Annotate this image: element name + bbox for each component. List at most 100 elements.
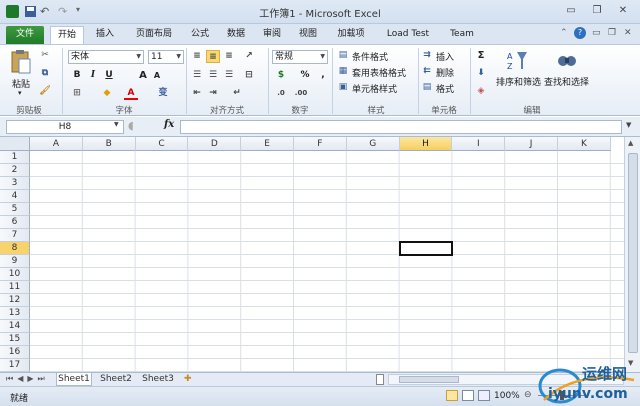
decrease-decimal-icon[interactable]: .00 xyxy=(294,87,308,100)
help-icon[interactable]: ? xyxy=(574,27,586,39)
tab-view[interactable]: 视图 xyxy=(292,26,324,44)
row-header-11[interactable]: 11 xyxy=(0,281,30,294)
scroll-up-icon[interactable]: ▲ xyxy=(628,139,633,147)
increase-decimal-icon[interactable]: .0 xyxy=(274,87,288,100)
sheet-tab-3[interactable]: Sheet3 xyxy=(140,373,176,386)
align-left-icon[interactable]: ☰ xyxy=(190,69,204,82)
format-cells-button[interactable]: 格式 xyxy=(436,82,454,95)
customize-qat-icon[interactable]: ▾ xyxy=(76,5,89,18)
row-header-2[interactable]: 2 xyxy=(0,164,30,177)
phonetic-button[interactable]: 变 xyxy=(156,87,170,100)
formula-bar-toggle-icon[interactable]: ◖ xyxy=(128,119,134,132)
minimize-button[interactable]: ▭ xyxy=(560,3,582,19)
bold-button[interactable]: B xyxy=(70,69,84,82)
underline-button[interactable]: U xyxy=(102,69,116,82)
expand-formula-bar-icon[interactable]: ▼ xyxy=(626,121,631,129)
column-header-G[interactable]: G xyxy=(346,137,400,151)
column-header-J[interactable]: J xyxy=(505,137,558,151)
tab-page-layout[interactable]: 页面布局 xyxy=(128,26,180,44)
cut-icon[interactable]: ✂ xyxy=(38,49,52,62)
formula-input[interactable] xyxy=(180,120,622,134)
row-header-3[interactable]: 3 xyxy=(0,177,30,190)
paste-dropdown-icon[interactable]: ▾ xyxy=(18,89,22,97)
column-header-F[interactable]: F xyxy=(294,137,347,151)
row-header-4[interactable]: 4 xyxy=(0,190,30,203)
column-header-D[interactable]: D xyxy=(188,137,242,151)
vertical-scrollbar[interactable]: ▲ ▼ xyxy=(624,137,640,372)
row-header-15[interactable]: 15 xyxy=(0,333,30,346)
row-header-9[interactable]: 9 xyxy=(0,255,30,268)
row-header-14[interactable]: 14 xyxy=(0,320,30,333)
column-header-C[interactable]: C xyxy=(135,137,189,151)
ribbon-minimize-icon[interactable]: ⌃ xyxy=(560,28,568,38)
row-header-10[interactable]: 10 xyxy=(0,268,30,281)
grow-font-button[interactable]: A xyxy=(136,69,150,82)
align-bottom-icon[interactable]: ≡ xyxy=(222,50,236,63)
select-all-button[interactable] xyxy=(0,137,30,151)
format-painter-icon[interactable]: 🖌 xyxy=(38,85,52,98)
row-header-5[interactable]: 5 xyxy=(0,203,30,216)
merge-center-icon[interactable]: ⊟ xyxy=(242,69,256,82)
currency-button[interactable]: $ xyxy=(274,69,288,82)
font-name-select[interactable]: 宋体 ▼ xyxy=(68,50,144,64)
page-break-view-icon[interactable] xyxy=(478,390,490,401)
row-header-16[interactable]: 16 xyxy=(0,346,30,359)
align-right-icon[interactable]: ☰ xyxy=(222,69,236,82)
insert-function-button[interactable]: fx xyxy=(164,119,174,130)
sheet-tab-2[interactable]: Sheet2 xyxy=(98,373,134,386)
format-as-table-button[interactable]: 套用表格格式 xyxy=(352,66,406,79)
column-header-B[interactable]: B xyxy=(82,137,136,151)
delete-cells-button[interactable]: 删除 xyxy=(436,66,454,79)
workbook-close-icon[interactable]: ✕ xyxy=(624,28,632,38)
restore-button[interactable]: ❐ xyxy=(586,3,608,19)
font-size-select[interactable]: 11 ▼ xyxy=(148,50,184,64)
fill-icon[interactable]: ⬇ xyxy=(474,67,488,80)
borders-icon[interactable]: ⊞ xyxy=(70,87,84,100)
tab-team[interactable]: Team xyxy=(444,26,480,44)
italic-button[interactable]: I xyxy=(86,69,100,82)
row-header-7[interactable]: 7 xyxy=(0,229,30,242)
close-button[interactable]: ✕ xyxy=(612,3,634,19)
tab-split-handle[interactable] xyxy=(376,374,384,385)
copy-icon[interactable]: ⧉ xyxy=(38,67,52,80)
tab-addins[interactable]: 加载项 xyxy=(330,26,372,44)
tab-review[interactable]: 审阅 xyxy=(256,26,288,44)
shrink-font-button[interactable]: A xyxy=(150,69,164,82)
cell-styles-button[interactable]: 单元格样式 xyxy=(352,82,397,95)
h-scroll-thumb[interactable] xyxy=(399,376,459,383)
font-color-button[interactable]: A xyxy=(124,87,138,100)
tab-insert[interactable]: 插入 xyxy=(88,26,122,44)
redo-icon[interactable]: ↷ xyxy=(58,5,71,18)
zoom-level[interactable]: 100% xyxy=(494,391,520,401)
workbook-minimize-icon[interactable]: ▭ xyxy=(592,28,601,38)
column-header-I[interactable]: I xyxy=(452,137,506,151)
tab-data[interactable]: 数据 xyxy=(220,26,252,44)
increase-indent-icon[interactable]: ⇥ xyxy=(206,87,220,100)
sheet-nav-icon[interactable]: ⏮◀▶⏭ xyxy=(6,374,49,384)
page-layout-view-icon[interactable] xyxy=(462,390,474,401)
worksheet-grid[interactable]: ABCDEFGHIJK 1 2 3 4 5 6 7 8 9 10 11 12 13 14 15 16 17 xyxy=(0,137,624,372)
column-header-H[interactable]: H xyxy=(399,137,453,151)
orientation-icon[interactable]: ↗ xyxy=(242,50,256,63)
name-box[interactable]: H8 xyxy=(6,120,124,134)
row-header-17[interactable]: 17 xyxy=(0,359,30,372)
number-format-select[interactable]: 常规 ▼ xyxy=(272,50,328,64)
decrease-indent-icon[interactable]: ⇤ xyxy=(190,87,204,100)
find-select-button[interactable]: 查找和选择 xyxy=(544,75,589,88)
row-header-6[interactable]: 6 xyxy=(0,216,30,229)
comma-button[interactable]: , xyxy=(316,69,330,82)
workbook-restore-icon[interactable]: ❐ xyxy=(608,28,616,38)
column-header-A[interactable]: A xyxy=(30,137,83,151)
paste-icon[interactable] xyxy=(10,49,32,75)
autosum-button[interactable]: Σ xyxy=(474,49,488,62)
row-header-8[interactable]: 8 xyxy=(0,242,30,255)
undo-icon[interactable]: ↶ xyxy=(40,5,53,18)
percent-button[interactable]: % xyxy=(298,69,312,82)
tab-formulas[interactable]: 公式 xyxy=(184,26,216,44)
insert-sheet-icon[interactable]: ✚ xyxy=(184,374,192,384)
selected-cell[interactable] xyxy=(398,241,454,256)
clear-icon[interactable]: ◈ xyxy=(474,85,488,98)
align-top-icon[interactable]: ≡ xyxy=(190,50,204,63)
sheet-tab-1[interactable]: Sheet1 xyxy=(56,373,92,386)
align-center-icon[interactable]: ☰ xyxy=(206,69,220,82)
